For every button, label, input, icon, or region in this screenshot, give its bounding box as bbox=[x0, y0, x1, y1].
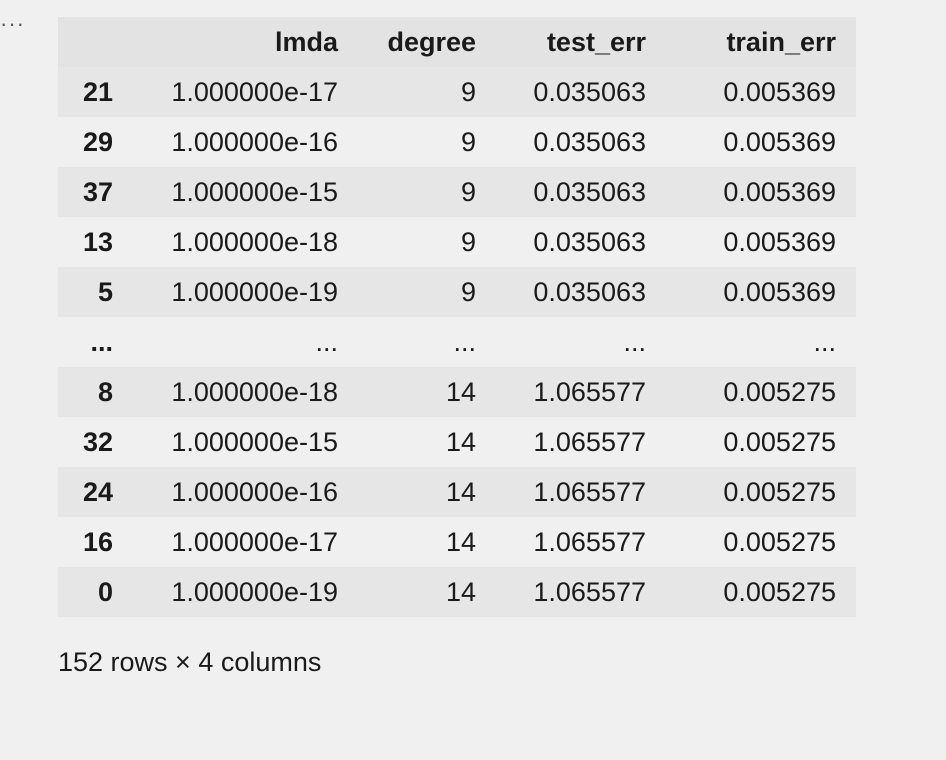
cell-lmda: 1.000000e-19 bbox=[171, 576, 338, 607]
table-row: 29 1.000000e-16 9 0.035063 0.005369 bbox=[58, 117, 856, 167]
header-index bbox=[58, 17, 113, 67]
cell-train-err: 0.005275 bbox=[723, 476, 836, 507]
cell-degree: 14 bbox=[445, 576, 476, 607]
cell-degree: 14 bbox=[445, 526, 476, 557]
cell-output-menu-icon[interactable]: ··· bbox=[0, 12, 34, 36]
cell-test-err: 1.065577 bbox=[533, 576, 646, 607]
cell-train-err: 0.005369 bbox=[723, 126, 836, 157]
cell-degree: 14 bbox=[445, 476, 476, 507]
table-row: 24 1.000000e-16 14 1.065577 0.005275 bbox=[58, 467, 856, 517]
row-index: 37 bbox=[82, 176, 113, 207]
row-index: 24 bbox=[82, 476, 113, 507]
cell-test-err: 1.065577 bbox=[533, 526, 646, 557]
cell-degree: 14 bbox=[445, 426, 476, 457]
row-index: 5 bbox=[97, 276, 113, 307]
table-row-ellipsis: ... ... ... ... ... bbox=[58, 317, 856, 367]
cell-degree: 9 bbox=[460, 176, 476, 207]
cell-lmda: 1.000000e-15 bbox=[171, 426, 338, 457]
cell-train-err: 0.005369 bbox=[723, 226, 836, 257]
cell-train-err: 0.005275 bbox=[723, 576, 836, 607]
table-row: 0 1.000000e-19 14 1.065577 0.005275 bbox=[58, 567, 856, 617]
cell-lmda: 1.000000e-18 bbox=[171, 226, 338, 257]
row-index: 21 bbox=[82, 76, 113, 107]
dataframe-shape-summary: 152 rows × 4 columns bbox=[58, 647, 322, 677]
row-index: 8 bbox=[97, 376, 113, 407]
cell-test-err: ... bbox=[623, 326, 646, 357]
cell-test-err: 0.035063 bbox=[533, 276, 646, 307]
header-test-err: test_err bbox=[476, 17, 646, 67]
cell-degree: 9 bbox=[460, 126, 476, 157]
cell-train-err: 0.005275 bbox=[723, 376, 836, 407]
cell-test-err: 1.065577 bbox=[533, 376, 646, 407]
row-index: 32 bbox=[82, 426, 113, 457]
table-row: 16 1.000000e-17 14 1.065577 0.005275 bbox=[58, 517, 856, 567]
table-row: 8 1.000000e-18 14 1.065577 0.005275 bbox=[58, 367, 856, 417]
cell-train-err: 0.005369 bbox=[723, 276, 836, 307]
cell-degree: ... bbox=[453, 326, 476, 357]
table-header: lmda degree test_err train_err bbox=[58, 17, 856, 67]
table-row: 21 1.000000e-17 9 0.035063 0.005369 bbox=[58, 67, 856, 117]
cell-test-err: 1.065577 bbox=[533, 426, 646, 457]
row-index: 0 bbox=[97, 576, 113, 607]
cell-degree: 9 bbox=[460, 76, 476, 107]
cell-degree: 9 bbox=[460, 226, 476, 257]
table-row: 13 1.000000e-18 9 0.035063 0.005369 bbox=[58, 217, 856, 267]
row-index: 29 bbox=[82, 126, 113, 157]
row-index: 13 bbox=[82, 226, 113, 257]
cell-test-err: 0.035063 bbox=[533, 226, 646, 257]
cell-test-err: 0.035063 bbox=[533, 76, 646, 107]
cell-degree: 14 bbox=[445, 376, 476, 407]
table-row: 32 1.000000e-15 14 1.065577 0.005275 bbox=[58, 417, 856, 467]
table-row: 37 1.000000e-15 9 0.035063 0.005369 bbox=[58, 167, 856, 217]
cell-train-err: ... bbox=[813, 326, 836, 357]
cell-lmda: 1.000000e-17 bbox=[171, 526, 338, 557]
table-row: 5 1.000000e-19 9 0.035063 0.005369 bbox=[58, 267, 856, 317]
cell-train-err: 0.005369 bbox=[723, 176, 836, 207]
table-body: 21 1.000000e-17 9 0.035063 0.005369 29 1… bbox=[58, 67, 856, 617]
header-row: lmda degree test_err train_err bbox=[58, 17, 856, 67]
header-degree: degree bbox=[338, 17, 476, 67]
cell-train-err: 0.005369 bbox=[723, 76, 836, 107]
cell-degree: 9 bbox=[460, 276, 476, 307]
cell-lmda: 1.000000e-16 bbox=[171, 126, 338, 157]
cell-lmda: ... bbox=[315, 326, 338, 357]
row-index: 16 bbox=[82, 526, 113, 557]
cell-train-err: 0.005275 bbox=[723, 526, 836, 557]
cell-lmda: 1.000000e-16 bbox=[171, 476, 338, 507]
cell-train-err: 0.005275 bbox=[723, 426, 836, 457]
row-index: ... bbox=[90, 326, 113, 357]
cell-lmda: 1.000000e-19 bbox=[171, 276, 338, 307]
header-lmda: lmda bbox=[113, 17, 338, 67]
cell-test-err: 0.035063 bbox=[533, 126, 646, 157]
cell-test-err: 1.065577 bbox=[533, 476, 646, 507]
cell-test-err: 0.035063 bbox=[533, 176, 646, 207]
header-train-err: train_err bbox=[646, 17, 856, 67]
cell-lmda: 1.000000e-17 bbox=[171, 76, 338, 107]
cell-lmda: 1.000000e-15 bbox=[171, 176, 338, 207]
dataframe-table: lmda degree test_err train_err 21 1.0000… bbox=[58, 17, 856, 617]
cell-lmda: 1.000000e-18 bbox=[171, 376, 338, 407]
